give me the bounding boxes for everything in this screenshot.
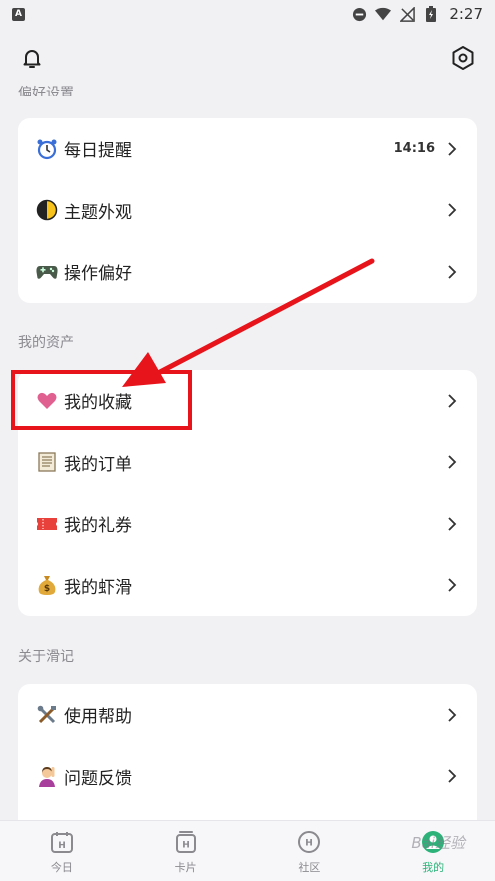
nav-label: 社区: [298, 860, 321, 874]
alarm-clock-icon: [36, 138, 58, 160]
tools-icon: [36, 704, 58, 726]
chevron-right-icon: [445, 394, 459, 408]
chevron-right-icon: [445, 455, 459, 469]
chevron-right-icon: [445, 769, 459, 783]
no-signal-icon: [399, 6, 415, 22]
row-label: 操作偏好: [64, 264, 132, 285]
do-not-disturb-icon: [351, 6, 367, 22]
bottom-nav: H 今日 H 卡片 H 社区 我的: [0, 820, 495, 881]
money-bag-icon: $: [36, 574, 58, 596]
gamepad-icon: [36, 261, 58, 283]
community-icon: H: [295, 828, 323, 856]
section-title-about: 关于滑记: [18, 649, 74, 665]
row-label: 我的虾滑: [64, 577, 132, 598]
row-label: 每日提醒: [64, 141, 132, 162]
profile-icon: [419, 828, 447, 856]
chevron-right-icon: [445, 203, 459, 217]
half-moon-icon: [36, 199, 58, 221]
battery-charging-icon: [423, 6, 439, 22]
heart-icon: [36, 390, 58, 412]
about-card: 使用帮助 问题反馈: [18, 684, 477, 820]
cards-icon: H: [172, 828, 200, 856]
chevron-right-icon: [445, 142, 459, 156]
top-bar: [0, 38, 495, 78]
row-label: 我的订单: [64, 454, 132, 475]
nav-label: 卡片: [174, 860, 197, 874]
chevron-right-icon: [445, 517, 459, 531]
row-label: 主题外观: [64, 202, 132, 223]
chevron-right-icon: [445, 265, 459, 279]
svg-text:H: H: [306, 838, 314, 848]
chevron-right-icon: [445, 708, 459, 722]
receipt-icon: [36, 451, 58, 473]
svg-text:H: H: [182, 840, 190, 850]
row-operation-preferences[interactable]: 操作偏好: [18, 241, 477, 303]
nav-cards[interactable]: H 卡片: [146, 828, 226, 875]
ticket-icon: [36, 513, 58, 535]
row-daily-reminder[interactable]: 每日提醒 14:16: [18, 118, 477, 180]
bell-icon[interactable]: [18, 44, 46, 72]
nav-profile[interactable]: 我的: [393, 828, 473, 875]
section-title-assets: 我的资产: [18, 335, 74, 351]
row-my-favorites[interactable]: 我的收藏: [18, 370, 477, 432]
reminder-time-value: 14:16: [393, 141, 435, 157]
nav-label: 我的: [422, 860, 445, 874]
nav-today[interactable]: H 今日: [22, 828, 102, 875]
nav-label: 今日: [50, 860, 73, 874]
section-title-preferences: 偏好设置: [18, 86, 74, 96]
calendar-icon: H: [48, 828, 76, 856]
row-label: 我的礼券: [64, 516, 132, 537]
row-my-xiahua[interactable]: $ 我的虾滑: [18, 555, 477, 617]
svg-text:H: H: [58, 841, 66, 851]
row-theme-appearance[interactable]: 主题外观: [18, 180, 477, 242]
row-help[interactable]: 使用帮助: [18, 684, 477, 746]
status-bar: A 2:27: [0, 0, 495, 28]
row-label: 我的收藏: [64, 393, 132, 414]
person-raising-hand-icon: [36, 765, 58, 788]
nav-community[interactable]: H 社区: [269, 828, 349, 875]
svg-text:$: $: [44, 584, 50, 594]
row-my-orders[interactable]: 我的订单: [18, 432, 477, 494]
row-feedback[interactable]: 问题反馈: [18, 746, 477, 808]
row-label: 问题反馈: [64, 768, 132, 789]
row-label: 使用帮助: [64, 707, 132, 728]
assets-card: 我的收藏 我的订单 我的礼券 $ 我的虾滑: [18, 370, 477, 616]
wifi-icon: [375, 6, 392, 22]
preferences-card: 每日提醒 14:16 主题外观 操作偏好: [18, 118, 477, 303]
settings-hex-icon[interactable]: [449, 44, 477, 72]
app-notification-icon: A: [12, 7, 25, 21]
row-my-coupons[interactable]: 我的礼券: [18, 493, 477, 555]
clock-time: 2:27: [449, 5, 483, 23]
chevron-right-icon: [445, 578, 459, 592]
